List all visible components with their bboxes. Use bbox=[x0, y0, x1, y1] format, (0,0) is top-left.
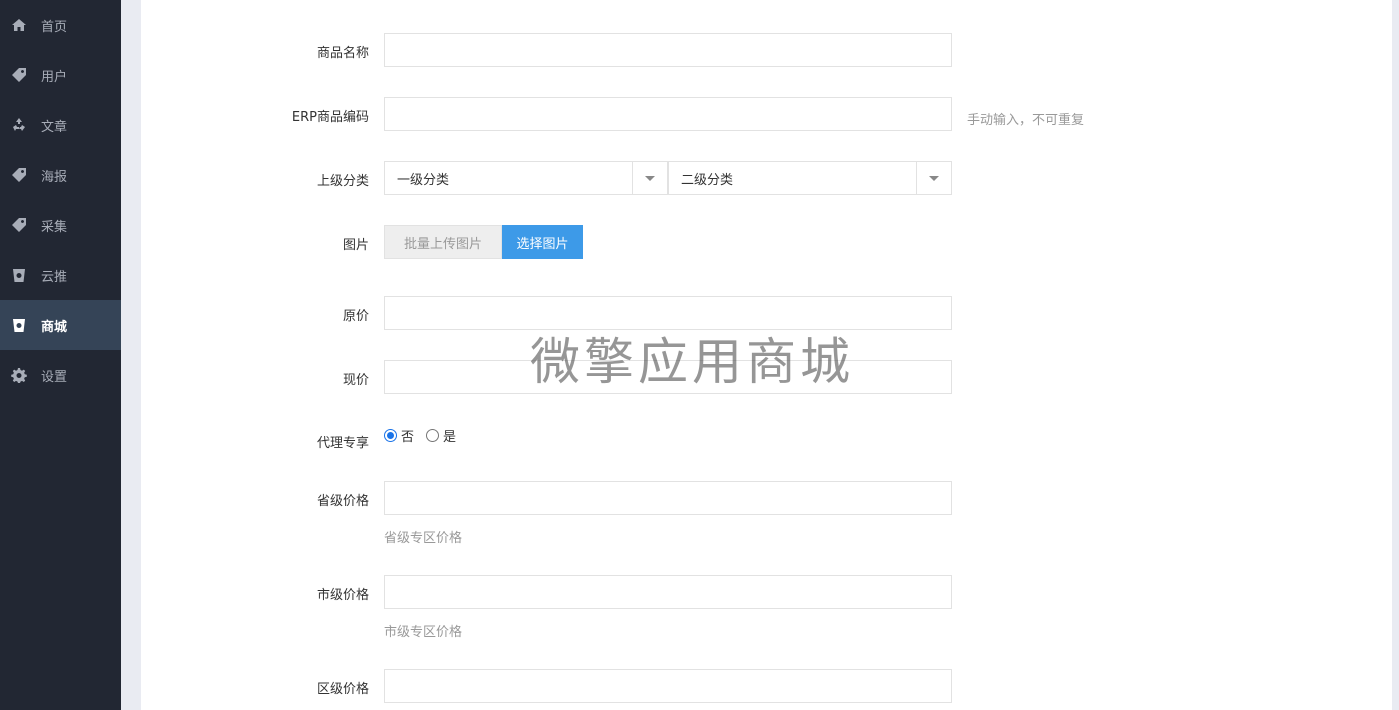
city-price-input[interactable] bbox=[384, 575, 952, 609]
sidebar-item-label: 海报 bbox=[41, 169, 68, 185]
chevron-down-icon bbox=[929, 175, 939, 181]
scrollbar-gutter bbox=[1392, 0, 1399, 710]
tag-icon bbox=[11, 167, 27, 183]
category-level2-select[interactable]: 二级分类 bbox=[668, 161, 952, 195]
tag-icon bbox=[11, 217, 27, 233]
sidebar-item-label: 商城 bbox=[41, 319, 68, 335]
agent-no-label: 否 bbox=[401, 430, 415, 445]
cup-icon bbox=[11, 317, 27, 333]
erp-hint: 手动输入，不可重复 bbox=[967, 113, 1085, 128]
recycle-icon bbox=[11, 117, 27, 133]
sidebar-item-collect[interactable]: 采集 bbox=[0, 200, 121, 250]
agent-yes-radio[interactable] bbox=[426, 429, 440, 442]
form-row-city-price: 市级价格 市级专区价格 bbox=[141, 575, 1392, 640]
home-icon bbox=[11, 17, 27, 33]
sidebar-item-settings[interactable]: 设置 bbox=[0, 350, 121, 400]
image-label: 图片 bbox=[342, 238, 369, 253]
province-price-hint: 省级专区价格 bbox=[384, 531, 463, 546]
city-price-hint: 市级专区价格 bbox=[384, 625, 463, 640]
category-label: 上级分类 bbox=[316, 174, 369, 189]
form-row-name: 商品名称 bbox=[141, 33, 1392, 67]
chevron-down-icon bbox=[645, 175, 655, 181]
district-price-input[interactable] bbox=[384, 669, 952, 703]
gear-icon bbox=[11, 367, 27, 383]
sidebar-item-label: 云推 bbox=[41, 269, 68, 285]
sidebar-item-home[interactable]: 首页 bbox=[0, 0, 121, 50]
agent-label: 代理专享 bbox=[316, 436, 369, 451]
form-row-image: 图片 批量上传图片 选择图片 bbox=[141, 225, 1392, 259]
province-price-label: 省级价格 bbox=[316, 494, 369, 509]
current-price-label: 现价 bbox=[342, 373, 369, 388]
sidebar-item-label: 用户 bbox=[41, 69, 68, 85]
sidebar-item-label: 采集 bbox=[41, 219, 68, 235]
sidebar-item-articles[interactable]: 文章 bbox=[0, 100, 121, 150]
sidebar-item-mall[interactable]: 商城 bbox=[0, 300, 121, 350]
original-price-label: 原价 bbox=[342, 309, 369, 324]
sidebar-item-users[interactable]: 用户 bbox=[0, 50, 121, 100]
province-price-input[interactable] bbox=[384, 481, 952, 515]
city-price-label: 市级价格 bbox=[316, 588, 369, 603]
form-row-province-price: 省级价格 省级专区价格 bbox=[141, 481, 1392, 546]
name-label: 商品名称 bbox=[316, 46, 369, 61]
form-row-erp: ERP商品编码 手动输入，不可重复 bbox=[141, 97, 1392, 131]
sidebar-item-label: 设置 bbox=[41, 369, 68, 385]
sidebar-item-cloud-push[interactable]: 云推 bbox=[0, 250, 121, 300]
sidebar: 首页 用户 文章 海报 采集 云推 商城 设置 bbox=[0, 0, 121, 710]
tag-icon bbox=[11, 67, 27, 83]
form-row-agent: 代理专享 否 是 bbox=[141, 426, 1392, 451]
sidebar-item-posters[interactable]: 海报 bbox=[0, 150, 121, 200]
erp-input[interactable] bbox=[384, 97, 952, 131]
form-row-category: 上级分类 一级分类 二级分类 bbox=[141, 161, 1392, 195]
select-image-button[interactable]: 选择图片 bbox=[502, 225, 583, 259]
form-row-district-price: 区级价格 bbox=[141, 669, 1392, 703]
cup-icon bbox=[11, 267, 27, 283]
name-input[interactable] bbox=[384, 33, 952, 67]
agent-radio-group: 否 是 bbox=[384, 426, 456, 445]
erp-label: ERP商品编码 bbox=[291, 110, 369, 125]
watermark: 微擎应用商城 bbox=[530, 333, 854, 391]
agent-no-radio[interactable] bbox=[384, 429, 397, 442]
category-level2-value: 二级分类 bbox=[681, 172, 734, 188]
district-price-label: 区级价格 bbox=[316, 682, 369, 697]
category-level1-value: 一级分类 bbox=[397, 172, 450, 188]
sidebar-item-label: 文章 bbox=[41, 119, 68, 135]
batch-upload-field[interactable]: 批量上传图片 bbox=[384, 225, 502, 259]
sidebar-item-label: 首页 bbox=[41, 19, 68, 35]
category-level1-select[interactable]: 一级分类 bbox=[384, 161, 668, 195]
agent-yes-label: 是 bbox=[443, 430, 457, 445]
